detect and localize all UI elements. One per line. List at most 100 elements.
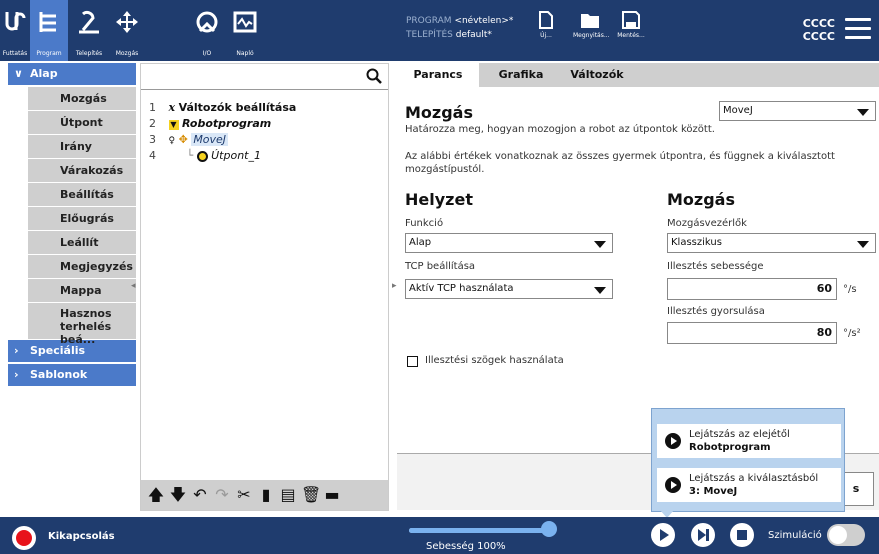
delete-icon[interactable]: 🗑	[301, 486, 321, 504]
speed-slider-handle[interactable]	[541, 521, 557, 537]
nav-io[interactable]: I/O	[188, 0, 226, 61]
expand-node-icon[interactable]: ♀	[169, 136, 176, 146]
joint-angles-label: Illesztési szögek használata	[425, 355, 564, 366]
copy-icon[interactable]: ▮	[257, 486, 275, 504]
dropdown-arrow-icon	[594, 241, 606, 248]
robot-status: CCCC CCCC	[803, 17, 835, 43]
move-down-icon[interactable]: 🡇	[169, 486, 187, 504]
sidebar-item-wait[interactable]: Várakozás	[28, 159, 136, 182]
tab-command[interactable]: Parancs	[397, 63, 479, 87]
nav-program[interactable]: Program	[30, 0, 68, 61]
top-bar: Futtatás Program Telepítés Mozgás I/O Na…	[0, 0, 879, 61]
save-label: Mentés...	[617, 32, 645, 39]
open-button[interactable]: Megnyitás...	[573, 10, 610, 39]
controllers-value: Klasszikus	[671, 237, 722, 248]
program-name: <névtelen>*	[454, 16, 514, 26]
tcp-value: Aktív TCP használata	[409, 283, 514, 294]
power-button-icon[interactable]	[12, 526, 36, 550]
category-templates[interactable]: › Sablonok	[8, 364, 136, 386]
tree-row-selected[interactable]: 3 ♀ ✥ MoveJ	[149, 132, 229, 148]
node-sidebar: ∨ Alap Mozgás Útpont Irány Várakozás Beál…	[8, 63, 136, 511]
tab-variables[interactable]: Változók	[557, 63, 637, 87]
sidebar-item-payload[interactable]: Hasznos terhelés beá...	[28, 303, 136, 346]
nav-run[interactable]: Futtatás	[0, 0, 30, 61]
move-type-dropdown[interactable]: MoveJ	[719, 101, 876, 121]
cut-icon[interactable]: ✂	[235, 486, 253, 504]
speed-slider-fill	[409, 528, 549, 533]
joint-accel-unit: °/s²	[843, 328, 861, 339]
sidebar-item-comment[interactable]: Megjegyzés	[28, 255, 136, 278]
save-button[interactable]: Mentés...	[616, 10, 646, 39]
redo-icon[interactable]: ↷	[213, 486, 231, 504]
variables-icon: x	[168, 101, 176, 114]
sidebar-item-folder[interactable]: Mappa	[28, 279, 136, 302]
program-label: PROGRAM	[406, 16, 452, 26]
robot-status-line2: CCCC	[802, 30, 835, 43]
sidebar-item-label: Útpont	[60, 116, 103, 129]
play-icon	[660, 529, 669, 541]
speed-slider[interactable]	[409, 528, 549, 533]
open-label: Megnyitás...	[573, 32, 610, 39]
sidebar-item-set[interactable]: Beállítás	[28, 183, 136, 206]
folder-icon	[581, 14, 599, 28]
category-basic[interactable]: ∨ Alap	[8, 63, 136, 85]
sidebar-item-label: Mappa	[60, 284, 102, 297]
command-description: Határozza meg, hogyan mozogjon a robot a…	[405, 124, 715, 135]
tree-row-label: Útpont_1	[211, 149, 261, 162]
controllers-dropdown[interactable]: Klasszikus	[667, 233, 876, 253]
search-icon[interactable]	[366, 68, 382, 84]
suppress-icon[interactable]: ▬	[323, 486, 341, 504]
play-menu-popup: Lejátszás az elejétől Robotprogram Leját…	[651, 408, 845, 512]
sidebar-item-label: Irány	[60, 140, 92, 153]
tree-row[interactable]: 4 └ Útpont_1	[149, 148, 261, 164]
nav-move[interactable]: Mozgás	[108, 0, 146, 61]
play-from-start-option[interactable]: Lejátszás az elejétől Robotprogram	[657, 424, 841, 458]
nav-run-label: Futtatás	[2, 50, 28, 57]
nav-log-label: Napló	[236, 50, 254, 57]
new-button[interactable]: Új...	[534, 10, 558, 39]
stop-icon	[737, 530, 747, 540]
play-from-selection-option[interactable]: Lejátszás a kiválasztásból 3: MoveJ	[657, 468, 841, 502]
hamburger-menu-icon[interactable]	[845, 18, 871, 40]
sidebar-item-move[interactable]: Mozgás	[28, 87, 136, 110]
move-node-icon: ✥	[178, 133, 188, 146]
stop-button[interactable]	[730, 523, 754, 547]
tree-connector: └	[186, 149, 194, 162]
joint-accel-input[interactable]: 80	[667, 322, 837, 344]
tree-row[interactable]: 2 ▼ Robotprogram	[149, 116, 271, 132]
play-button[interactable]	[651, 523, 675, 547]
nav-log[interactable]: Napló	[226, 0, 264, 61]
sidebar-item-waypoint[interactable]: Útpont	[28, 111, 136, 134]
sidebar-item-popup[interactable]: Előugrás	[28, 207, 136, 230]
program-tree-panel: 1 x Változók beállítása 2 ▼ Robotprogram…	[140, 63, 389, 511]
sidebar-item-halt[interactable]: Leállít	[28, 231, 136, 254]
robot-status-line1: CCCC	[802, 17, 835, 30]
sidebar-item-direction[interactable]: Irány	[28, 135, 136, 158]
step-button[interactable]	[691, 523, 715, 547]
function-dropdown[interactable]: Alap	[405, 233, 613, 253]
command-note: Az alábbi értékek vonatkoznak az összes …	[405, 151, 835, 175]
move-up-icon[interactable]: 🡅	[147, 486, 165, 504]
joint-speed-label: Illesztés sebessége	[667, 261, 764, 272]
tree-row[interactable]: 1 x Változók beállítása	[149, 100, 296, 116]
joint-angles-checkbox[interactable]	[407, 356, 418, 367]
nav-program-label: Program	[36, 50, 62, 57]
play-icon	[665, 477, 681, 493]
category-advanced[interactable]: › Speciális	[8, 340, 136, 362]
tree-row-number: 2	[149, 117, 156, 130]
tree-row-label: Robotprogram	[182, 117, 272, 130]
dropdown-arrow-icon	[594, 287, 606, 294]
collapse-sidebar-handle-icon[interactable]: ◂	[131, 281, 139, 293]
play-icon	[665, 433, 681, 449]
undo-icon[interactable]: ↶	[191, 486, 209, 504]
tree-row-label: MoveJ	[191, 133, 229, 146]
tab-graphics[interactable]: Grafika	[485, 63, 557, 87]
tree-search-field[interactable]	[141, 64, 388, 90]
tcp-dropdown[interactable]: Aktív TCP használata	[405, 279, 613, 299]
paste-icon[interactable]: ▤	[279, 486, 297, 504]
simulation-toggle[interactable]	[827, 524, 865, 546]
joint-speed-input[interactable]: 60	[667, 278, 837, 300]
position-section-title: Helyzet	[405, 190, 473, 209]
category-advanced-label: Speciális	[30, 344, 86, 357]
nav-installation[interactable]: Telepítés	[70, 0, 108, 61]
